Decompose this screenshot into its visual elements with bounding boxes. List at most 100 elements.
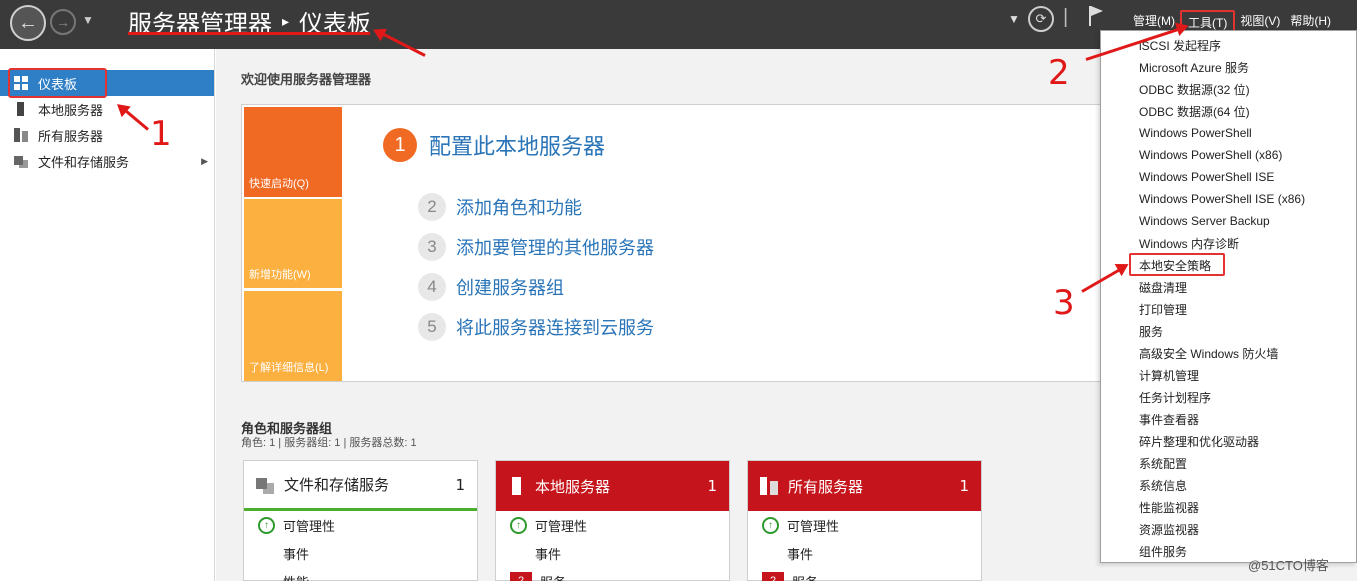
menu-item-server-backup[interactable]: Windows Server Backup <box>1139 210 1270 232</box>
menu-item-azure-services[interactable]: Microsoft Azure 服务 <box>1139 56 1249 78</box>
menu-item-event-viewer[interactable]: 事件查看器 <box>1139 408 1199 430</box>
card-header[interactable]: 文件和存储服务 1 <box>244 461 477 511</box>
row-label: 性能 <box>283 572 309 581</box>
menu-item-performance-monitor[interactable]: 性能监视器 <box>1139 496 1199 518</box>
storage-icon <box>256 475 274 494</box>
sidebar-item-local-server[interactable]: 本地服务器 <box>0 96 214 122</box>
menu-item-system-configuration[interactable]: 系统配置 <box>1139 452 1187 474</box>
role-card-file-storage[interactable]: 文件和存储服务 1 ↑ 可管理性 事件 性能 <box>243 460 478 581</box>
card-row-events[interactable]: 事件 <box>496 539 729 567</box>
annotation-underline <box>128 32 370 35</box>
sidebar: 仪表板 本地服务器 所有服务器 文件和存储服务 ▶ <box>0 49 215 581</box>
tile-whats-new[interactable]: 新增功能(W) <box>244 199 342 288</box>
servers-icon <box>14 128 28 142</box>
alert-count-badge: 2 <box>762 572 784 581</box>
row-label: 服务 <box>540 572 566 581</box>
card-title: 文件和存储服务 <box>284 476 390 494</box>
menu-item-odbc-64[interactable]: ODBC 数据源(64 位) <box>1139 100 1250 122</box>
card-row-performance[interactable]: 性能 <box>244 567 477 581</box>
step-add-servers[interactable]: 3 添加要管理的其他服务器 <box>418 233 654 261</box>
card-title: 所有服务器 <box>788 477 864 496</box>
menu-item-defragment[interactable]: 碎片整理和优化驱动器 <box>1139 430 1259 452</box>
step-label: 添加角色和功能 <box>456 198 582 219</box>
server-icon <box>512 477 521 495</box>
menu-item-disk-cleanup[interactable]: 磁盘清理 <box>1139 276 1187 298</box>
notifications-dropdown-icon[interactable]: ▼ <box>1008 12 1020 26</box>
step-number: 3 <box>418 233 446 261</box>
storage-icon <box>14 154 28 168</box>
flag-icon[interactable] <box>1088 5 1104 27</box>
expand-caret-icon[interactable]: ▶ <box>201 156 208 167</box>
menu-item-print-management[interactable]: 打印管理 <box>1139 298 1187 320</box>
row-label: 可管理性 <box>787 518 840 534</box>
menu-item-services[interactable]: 服务 <box>1139 320 1163 342</box>
servers-icon <box>760 477 778 495</box>
annotation-box-dashboard <box>8 68 107 98</box>
sidebar-item-label: 本地服务器 <box>38 102 104 118</box>
annotation-number-2: 2 <box>1048 53 1070 93</box>
sidebar-item-all-servers[interactable]: 所有服务器 <box>0 122 214 148</box>
tile-quick-start[interactable]: 快速启动(Q) <box>244 107 342 197</box>
menu-item-system-information[interactable]: 系统信息 <box>1139 474 1187 496</box>
role-card-all-servers[interactable]: 所有服务器 1 ↑ 可管理性 事件 2 服务 <box>747 460 982 581</box>
refresh-icon[interactable]: ⟳ <box>1028 6 1054 32</box>
ok-arrow-icon: ↑ <box>258 516 275 534</box>
step-configure-local-server[interactable]: 1 配置此本地服务器 <box>383 128 605 162</box>
card-row-services[interactable]: 2 服务 <box>748 567 981 581</box>
step-number: 4 <box>418 273 446 301</box>
sidebar-item-file-storage[interactable]: 文件和存储服务 ▶ <box>0 148 214 174</box>
row-label: 事件 <box>787 546 814 562</box>
annotation-box-local-security-policy <box>1129 253 1225 276</box>
sidebar-item-label: 文件和存储服务 <box>38 154 130 170</box>
tools-dropdown-menu: iSCSI 发起程序 Microsoft Azure 服务 ODBC 数据源(3… <box>1100 30 1357 563</box>
step-number: 2 <box>418 193 446 221</box>
step-label: 创建服务器组 <box>456 278 564 299</box>
ok-arrow-icon: ↑ <box>762 516 779 534</box>
menu-item-computer-management[interactable]: 计算机管理 <box>1139 364 1199 386</box>
card-row-services[interactable]: 2 服务 <box>496 567 729 581</box>
step-label: 配置此本地服务器 <box>429 135 606 160</box>
card-row-events[interactable]: 事件 <box>244 539 477 567</box>
step-label: 添加要管理的其他服务器 <box>456 238 654 259</box>
menu-item-firewall[interactable]: 高级安全 Windows 防火墙 <box>1139 342 1278 364</box>
menu-item-resource-monitor[interactable]: 资源监视器 <box>1139 518 1199 540</box>
card-row-events[interactable]: 事件 <box>748 539 981 567</box>
card-header[interactable]: 所有服务器 1 <box>748 461 981 511</box>
divider: | <box>1063 6 1069 28</box>
step-create-group[interactable]: 4 创建服务器组 <box>418 273 564 301</box>
row-label: 可管理性 <box>283 518 336 534</box>
card-row-manageability[interactable]: ↑ 可管理性 <box>496 511 729 539</box>
back-arrow-icon[interactable]: ← <box>10 5 46 41</box>
card-count: 1 <box>707 477 717 495</box>
row-label: 事件 <box>283 546 310 562</box>
card-header[interactable]: 本地服务器 1 <box>496 461 729 511</box>
card-count: 1 <box>455 475 465 494</box>
role-card-local-server[interactable]: 本地服务器 1 ↑ 可管理性 事件 2 服务 <box>495 460 730 581</box>
alert-count-badge: 2 <box>510 572 532 581</box>
annotation-number-1: 1 <box>150 114 172 154</box>
menu-item-task-scheduler[interactable]: 任务计划程序 <box>1139 386 1211 408</box>
forward-arrow-icon[interactable]: → <box>50 9 76 35</box>
menu-item-powershell-x86[interactable]: Windows PowerShell (x86) <box>1139 144 1282 166</box>
menu-item-memory-diagnostic[interactable]: Windows 内存诊断 <box>1139 232 1239 254</box>
step-connect-cloud[interactable]: 5 将此服务器连接到云服务 <box>418 313 654 341</box>
history-dropdown-icon[interactable]: ▼ <box>82 13 94 27</box>
row-label: 服务 <box>792 572 818 581</box>
menu-item-odbc-32[interactable]: ODBC 数据源(32 位) <box>1139 78 1250 100</box>
roles-subtitle: 角色: 1 | 服务器组: 1 | 服务器总数: 1 <box>241 437 417 449</box>
menu-item-powershell-ise[interactable]: Windows PowerShell ISE <box>1139 166 1274 188</box>
card-row-manageability[interactable]: ↑ 可管理性 <box>748 511 981 539</box>
annotation-number-3: 3 <box>1053 283 1075 323</box>
step-add-roles[interactable]: 2 添加角色和功能 <box>418 193 582 221</box>
sidebar-item-label: 所有服务器 <box>38 128 104 144</box>
quick-start-panel: 快速启动(Q) 新增功能(W) 了解详细信息(L) 1 配置此本地服务器 2 添… <box>241 104 1111 382</box>
card-count: 1 <box>959 477 969 495</box>
tile-learn-more[interactable]: 了解详细信息(L) <box>244 291 342 381</box>
breadcrumb-separator-icon: ▸ <box>282 13 290 30</box>
menu-item-powershell-ise-x86[interactable]: Windows PowerShell ISE (x86) <box>1139 188 1305 210</box>
server-icon <box>17 102 24 116</box>
card-row-manageability[interactable]: ↑ 可管理性 <box>244 511 477 539</box>
row-label: 可管理性 <box>535 518 588 534</box>
menu-item-powershell[interactable]: Windows PowerShell <box>1139 122 1252 144</box>
menu-item-component-services[interactable]: 组件服务 <box>1139 540 1187 562</box>
